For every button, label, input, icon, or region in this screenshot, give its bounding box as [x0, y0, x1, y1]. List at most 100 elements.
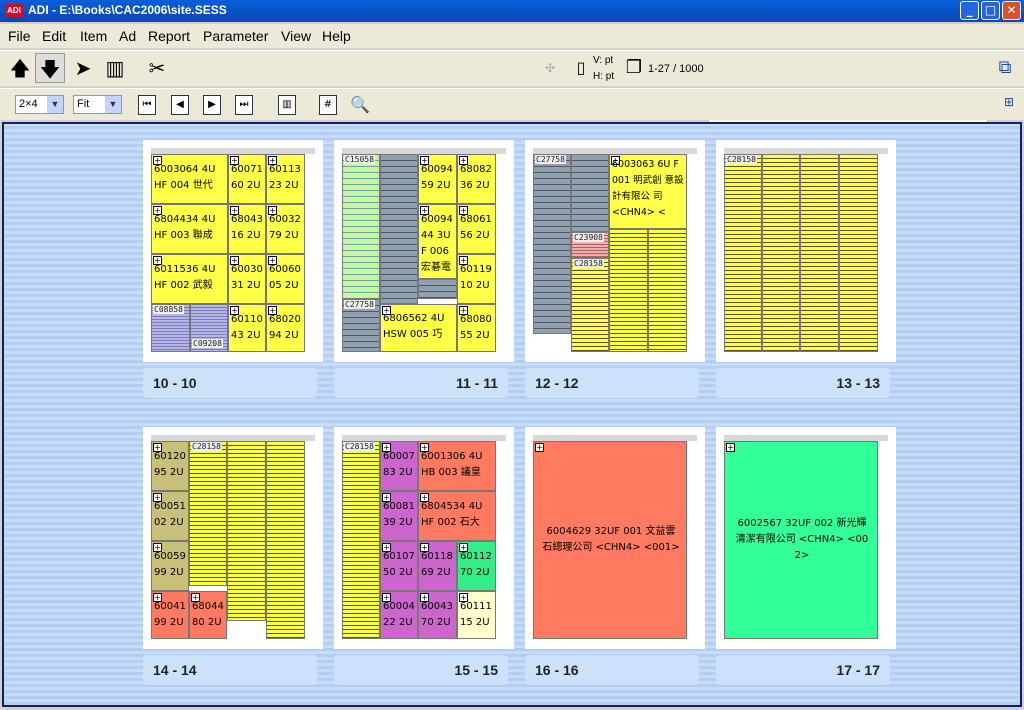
minimize-button[interactable]: _	[960, 1, 979, 20]
classified-block[interactable]	[227, 441, 266, 621]
ad-block[interactable]: +6001306 4U HB 003 議皇	[418, 441, 496, 491]
classified-block[interactable]: C27758	[342, 299, 380, 352]
classified-block[interactable]: C28158	[571, 258, 609, 352]
classified-block[interactable]	[571, 154, 609, 232]
classified-block[interactable]: C23908	[571, 232, 609, 258]
pointer-icon[interactable]: ➤	[68, 53, 98, 83]
ad-block[interactable]: +6003064 4U HF 004 世代	[151, 154, 228, 204]
ad-block[interactable]: +68061 56 2U	[457, 204, 496, 254]
expand-icon[interactable]: +	[726, 443, 735, 452]
menu-parameter[interactable]: Parameter	[203, 28, 268, 44]
ad-block[interactable]: +6011536 4U HF 002 武毅	[151, 254, 228, 304]
page-label-10[interactable]: 10 - 10	[143, 368, 317, 398]
classified-block[interactable]: C15058	[342, 154, 380, 299]
page-label-17[interactable]: 17 - 17	[716, 655, 890, 685]
ad-block[interactable]: +60059 99 2U	[151, 541, 189, 591]
grid-icon[interactable]: ⊞	[994, 87, 1024, 117]
maximize-button[interactable]: □	[981, 1, 1000, 20]
ad-block[interactable]: +60119 10 2U	[457, 254, 496, 304]
classified-block[interactable]	[418, 279, 457, 299]
next-page-icon[interactable]: ▶	[203, 95, 221, 115]
page-label-11[interactable]: 11 - 11	[334, 368, 508, 398]
page-card-10[interactable]: +6003064 4U HF 004 世代 +60071 60 2U +6011…	[143, 140, 323, 362]
classified-block[interactable]: C09208	[190, 304, 228, 352]
ad-block[interactable]: +6804534 4U HF 002 石大	[418, 491, 496, 541]
classified-block[interactable]: C27758	[533, 154, 571, 334]
ad-block[interactable]: +60032 79 2U	[266, 204, 305, 254]
ad-block[interactable]: +60110 43 2U	[228, 304, 266, 352]
ad-block[interactable]: +60041 99 2U	[151, 591, 189, 639]
menu-file[interactable]: File	[8, 28, 31, 44]
add-column-icon[interactable]: ▥	[100, 53, 130, 83]
zoom-select[interactable]: Fit ▼	[73, 95, 122, 114]
move-down-icon[interactable]: 🡇	[35, 53, 65, 83]
ad-block[interactable]: +68020 94 2U	[266, 304, 305, 352]
page-number-icon[interactable]: #	[319, 95, 337, 115]
classified-block[interactable]	[609, 229, 648, 352]
menu-view[interactable]: View	[281, 28, 311, 44]
page-label-15[interactable]: 15 - 15	[334, 655, 508, 685]
classified-block[interactable]: C28158	[342, 441, 380, 639]
page-card-15[interactable]: C28158 +60007 83 2U +6001306 4U HB 003 議…	[334, 427, 514, 649]
page-card-11[interactable]: C15058 +60094 59 2U +68082 36 2U +60094 …	[334, 140, 514, 362]
page-card-16[interactable]: + 6004629 32UF 001 文益雲 石總理公司 <CHN4> <001…	[525, 427, 705, 649]
page-label-14[interactable]: 14 - 14	[143, 655, 317, 685]
ad-block[interactable]: +60094 59 2U	[418, 154, 457, 204]
menu-report[interactable]: Report	[148, 28, 190, 44]
classified-block[interactable]: C28158	[724, 154, 762, 352]
menu-ad[interactable]: Ad	[119, 28, 136, 44]
first-page-icon[interactable]: ⏮	[138, 95, 156, 115]
classified-block[interactable]	[762, 154, 800, 352]
zoom-search-icon[interactable]: 🔍	[345, 90, 375, 120]
page-card-14[interactable]: +60120 95 2U C28158 +60051 02 2U +60059 …	[143, 427, 323, 649]
ad-block[interactable]: +6806562 4U HSW 005 巧	[380, 304, 457, 352]
classified-block[interactable]: C28158	[189, 441, 227, 586]
ad-block[interactable]: +60081 39 2U	[380, 491, 418, 541]
classified-block[interactable]	[648, 229, 687, 352]
ad-block[interactable]: +60094 44 3U F 006 宏碁電	[418, 204, 457, 279]
classified-block[interactable]	[839, 154, 878, 352]
page-label-13[interactable]: 13 - 13	[716, 368, 890, 398]
ad-block[interactable]: +60113 23 2U	[266, 154, 305, 204]
layout-select[interactable]: 2×4 ▼	[15, 95, 64, 114]
ad-block[interactable]: +60112 70 2U	[457, 541, 496, 591]
menu-edit[interactable]: Edit	[42, 28, 66, 44]
expand-icon[interactable]: +	[535, 443, 544, 452]
page-card-17[interactable]: + 6002567 32UF 002 新光輝 清潔有限公司 <CHN4> <00…	[716, 427, 896, 649]
ad-block[interactable]: +68080 55 2U	[457, 304, 496, 352]
previous-page-icon[interactable]: ◀	[171, 95, 189, 115]
ad-block[interactable]: +6804434 4U HF 003 聯成	[151, 204, 228, 254]
ad-block[interactable]: +60120 95 2U	[151, 441, 189, 491]
move-icon[interactable]: ✣	[535, 53, 565, 83]
full-page-ad[interactable]: + 6004629 32UF 001 文益雲 石總理公司 <CHN4> <001…	[533, 441, 687, 639]
page-label-12[interactable]: 12 - 12	[525, 368, 699, 398]
classified-block[interactable]	[266, 441, 305, 639]
ad-block[interactable]: +60004 22 2U	[380, 591, 418, 639]
page-card-12[interactable]: C27758 +6003063 6U F 001 明武創 意設計有限公 司 <C…	[525, 140, 705, 362]
ad-block[interactable]: +60043 70 2U	[418, 591, 457, 639]
menu-item[interactable]: Item	[80, 28, 107, 44]
chevron-down-icon[interactable]: ▼	[105, 96, 121, 113]
classified-block[interactable]: C08858	[151, 304, 190, 352]
page-card-13[interactable]: C28158	[716, 140, 896, 362]
ad-block[interactable]: +60051 02 2U	[151, 491, 189, 541]
page-label-16[interactable]: 16 - 16	[525, 655, 699, 685]
ad-block[interactable]: +60007 83 2U	[380, 441, 418, 491]
close-button[interactable]: ✕	[1002, 1, 1021, 20]
window-switch-icon[interactable]: ⧉	[990, 53, 1020, 83]
full-page-ad[interactable]: + 6002567 32UF 002 新光輝 清潔有限公司 <CHN4> <00…	[724, 441, 878, 639]
classified-block[interactable]	[380, 154, 418, 304]
cut-icon[interactable]: ✂	[142, 53, 172, 83]
classified-block[interactable]	[800, 154, 839, 352]
ad-block[interactable]: +6003063 6U F 001 明武創 意設計有限公 司 <CHN4> <	[609, 154, 687, 229]
ad-block[interactable]: +68044 80 2U	[189, 591, 227, 639]
move-up-icon[interactable]: 🡅	[5, 53, 35, 83]
menu-help[interactable]: Help	[322, 28, 351, 44]
ad-block[interactable]: +60071 60 2U	[228, 154, 266, 204]
ad-block[interactable]: +68043 16 2U	[228, 204, 266, 254]
ad-block[interactable]: +60107 50 2U	[380, 541, 418, 591]
ad-block[interactable]: +60118 69 2U	[418, 541, 457, 591]
ad-block[interactable]: +60030 31 2U	[228, 254, 266, 304]
ad-block[interactable]: +60060 05 2U	[266, 254, 305, 304]
chevron-down-icon[interactable]: ▼	[47, 96, 63, 113]
